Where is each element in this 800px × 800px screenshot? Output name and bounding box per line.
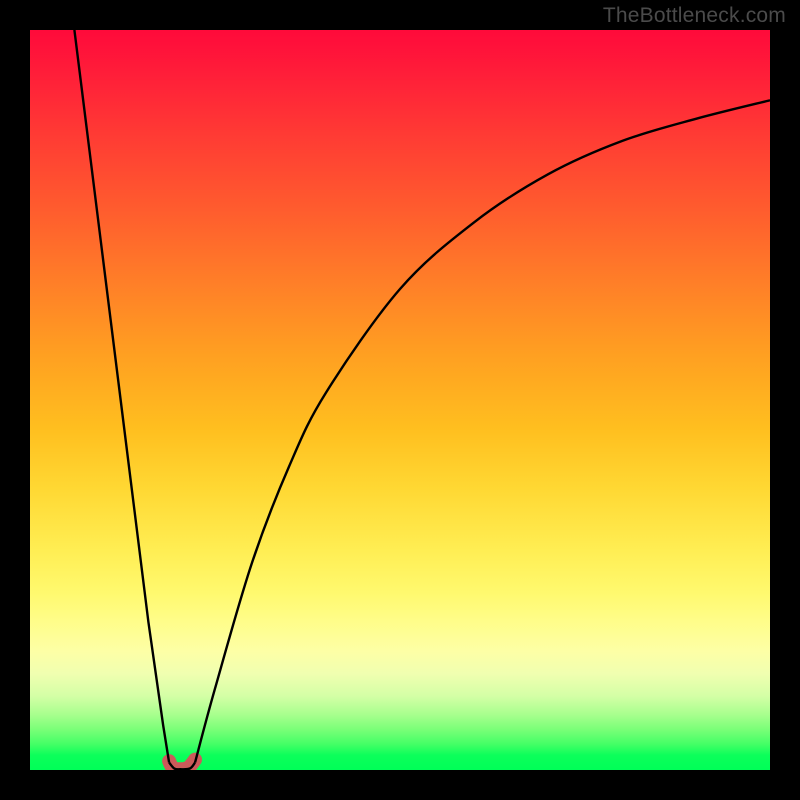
chart-frame: TheBottleneck.com [0,0,800,800]
plot-area [30,30,770,770]
curve-layer [30,30,770,770]
bottleneck-curve [74,30,770,769]
watermark-text: TheBottleneck.com [603,4,786,28]
